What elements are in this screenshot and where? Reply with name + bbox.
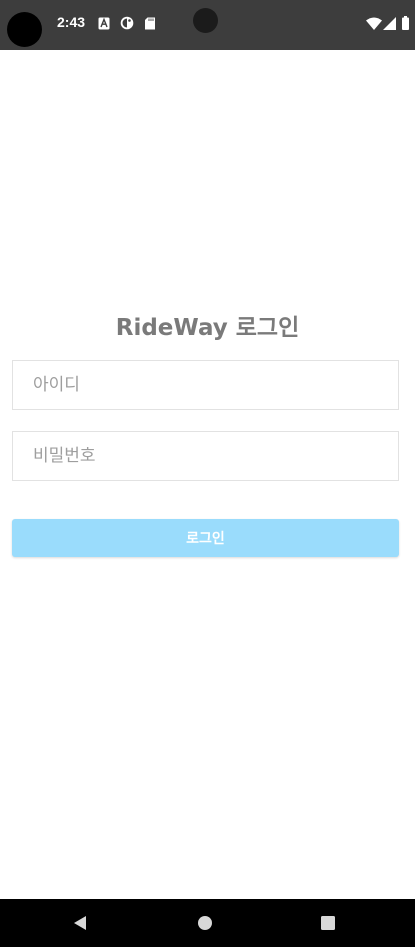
login-screen: 2:43 RideWay 로그인 아이디 로그인 — [0, 0, 415, 947]
navigation-bar — [0, 899, 415, 947]
home-button[interactable] — [175, 899, 235, 947]
font-icon — [98, 15, 110, 30]
signal-icon — [383, 15, 396, 30]
status-time: 2:43 — [57, 14, 86, 30]
battery-icon — [402, 15, 409, 30]
wifi-icon — [366, 15, 382, 30]
front-camera-cutout — [7, 12, 42, 47]
recents-icon — [321, 916, 335, 930]
login-button[interactable]: 로그인 — [12, 519, 399, 557]
page-title: RideWay 로그인 — [115, 315, 300, 341]
back-icon — [74, 916, 86, 930]
contrast-icon — [120, 15, 134, 30]
username-field[interactable] — [12, 360, 399, 410]
home-icon — [198, 916, 212, 930]
status-bar: 2:43 — [0, 0, 415, 50]
camera-dot — [193, 8, 218, 33]
sd-card-icon — [144, 15, 156, 30]
back-button[interactable] — [50, 899, 110, 947]
password-field[interactable] — [12, 431, 399, 481]
recents-button[interactable] — [298, 899, 358, 947]
